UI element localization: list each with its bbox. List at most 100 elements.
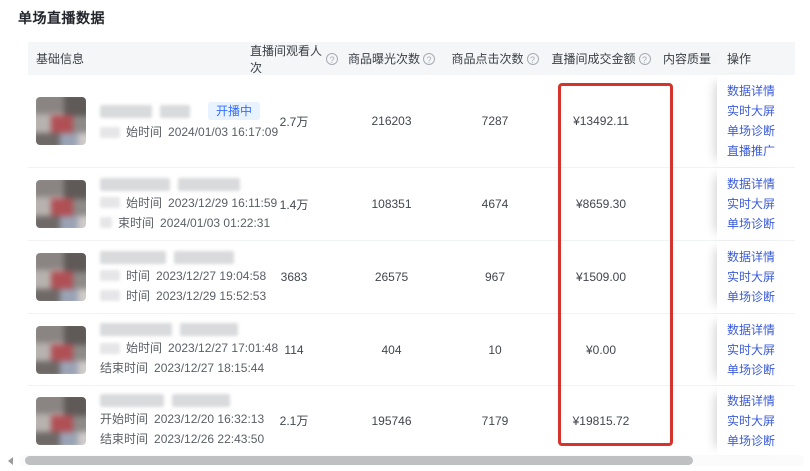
exposure-value: 26575 <box>338 241 445 313</box>
clicks-value: 7287 <box>445 75 545 167</box>
col-label: 基础信息 <box>36 50 84 67</box>
exposure-value: 108351 <box>338 168 445 240</box>
action-live-promotion[interactable]: 直播推广 <box>727 144 795 158</box>
info-icon[interactable]: ? <box>639 53 651 65</box>
gmv-value: ¥1509.00 <box>545 241 657 313</box>
time-label: 结束时间 <box>100 431 148 447</box>
time-value: 2023/12/27 18:15:44 <box>154 360 264 376</box>
horizontal-scrollbar <box>4 454 804 467</box>
quality-cell <box>657 241 717 313</box>
actions-cell: 数据详情 实时大屏 单场诊断 <box>717 314 795 385</box>
col-views: 直播间观看人次 ? <box>250 42 338 76</box>
session-thumbnail <box>36 97 86 145</box>
actions-cell: 数据详情 实时大屏 单场诊断 直播推广 <box>717 75 795 167</box>
action-data-detail[interactable]: 数据详情 <box>727 323 795 337</box>
action-realtime-screen[interactable]: 实时大屏 <box>727 197 795 211</box>
action-data-detail[interactable]: 数据详情 <box>727 177 795 191</box>
time-value: 2023/12/26 22:43:50 <box>154 431 264 447</box>
actions-cell: 数据详情 实时大屏 单场诊断 <box>717 241 795 313</box>
table-row: 时间 2023/12/27 19:04:58 时间 2023/12/29 15:… <box>28 241 795 314</box>
scroll-left-arrow-icon[interactable] <box>4 455 16 467</box>
blur-chip <box>100 217 112 228</box>
clicks-value: 4674 <box>445 168 545 240</box>
col-exposure: 商品曝光次数 ? <box>338 50 445 67</box>
action-session-diagnosis[interactable]: 单场诊断 <box>727 290 795 304</box>
col-label: 内容质量 <box>663 50 711 67</box>
info-icon[interactable]: ? <box>527 53 539 65</box>
views-value: 3683 <box>250 241 338 313</box>
live-session-table: 基础信息 直播间观看人次 ? 商品曝光次数 ? 商品点击次数 ? 直播间成交金额… <box>28 42 795 456</box>
session-thumbnail <box>36 253 86 301</box>
time-label: 时间 <box>126 268 150 284</box>
clicks-value: 7179 <box>445 386 545 455</box>
blur-chip <box>100 270 120 281</box>
exposure-value: 216203 <box>338 75 445 167</box>
col-label: 商品曝光次数 <box>348 50 420 67</box>
action-session-diagnosis[interactable]: 单场诊断 <box>727 363 795 377</box>
table-row: 始时间 2023/12/27 17:01:48 结束时间 2023/12/27 … <box>28 314 795 386</box>
action-realtime-screen[interactable]: 实时大屏 <box>727 414 795 428</box>
session-thumbnail <box>36 180 86 228</box>
actions-cell: 数据详情 实时大屏 单场诊断 <box>717 168 795 240</box>
session-basic-info: 始时间 2023/12/29 16:11:59 束时间 2024/01/03 0… <box>28 168 250 240</box>
action-session-diagnosis[interactable]: 单场诊断 <box>727 434 795 448</box>
action-realtime-screen[interactable]: 实时大屏 <box>727 104 795 118</box>
scrollbar-track[interactable] <box>19 455 804 466</box>
col-label: 商品点击次数 <box>451 50 523 67</box>
quality-cell <box>657 75 717 167</box>
views-value: 2.7万 <box>250 75 338 167</box>
time-label: 束时间 <box>118 215 154 231</box>
blur-chip <box>100 290 120 301</box>
quality-cell <box>657 314 717 385</box>
table-row: 开始时间 2023/12/20 16:32:13 结束时间 2023/12/26… <box>28 386 795 456</box>
blurred-title <box>100 251 266 264</box>
time-label: 始时间 <box>126 195 162 211</box>
session-basic-info: 开始时间 2023/12/20 16:32:13 结束时间 2023/12/26… <box>28 386 250 455</box>
session-thumbnail <box>36 326 86 374</box>
info-icon[interactable]: ? <box>423 53 435 65</box>
col-basic-info: 基础信息 <box>28 50 250 67</box>
session-basic-info: 时间 2023/12/27 19:04:58 时间 2023/12/29 15:… <box>28 241 250 313</box>
gmv-value: ¥8659.30 <box>545 168 657 240</box>
exposure-value: 404 <box>338 314 445 385</box>
quality-cell <box>657 386 717 455</box>
action-session-diagnosis[interactable]: 单场诊断 <box>727 124 795 138</box>
time-label: 始时间 <box>126 124 162 140</box>
col-label: 操作 <box>727 50 795 67</box>
exposure-value: 195746 <box>338 386 445 455</box>
action-data-detail[interactable]: 数据详情 <box>727 394 795 408</box>
start-time: 开始时间 2023/12/20 16:32:13 <box>100 411 264 427</box>
gmv-value: ¥13492.11 <box>545 75 657 167</box>
table-row: 开播中 始时间 2024/01/03 16:17:09 2.7万 216203 … <box>28 75 795 168</box>
end-time: 时间 2023/12/29 15:52:53 <box>100 288 266 304</box>
col-clicks: 商品点击次数 ? <box>445 50 545 67</box>
quality-cell <box>657 168 717 240</box>
time-label: 时间 <box>126 288 150 304</box>
col-label: 直播间观看人次 <box>250 42 323 76</box>
gmv-value: ¥19815.72 <box>545 386 657 455</box>
session-basic-info: 始时间 2023/12/27 17:01:48 结束时间 2023/12/27 … <box>28 314 250 385</box>
col-gmv: 直播间成交金额 ? <box>545 50 657 67</box>
blur-chip <box>100 197 120 208</box>
blur-chip <box>100 127 120 138</box>
time-label: 结束时间 <box>100 360 148 376</box>
scrollbar-thumb[interactable] <box>25 456 693 465</box>
action-data-detail[interactable]: 数据详情 <box>727 250 795 264</box>
table-header: 基础信息 直播间观看人次 ? 商品曝光次数 ? 商品点击次数 ? 直播间成交金额… <box>28 42 795 75</box>
time-value: 2023/12/20 16:32:13 <box>154 411 264 427</box>
time-label: 始时间 <box>126 340 162 356</box>
info-icon[interactable]: ? <box>326 53 338 65</box>
gmv-value: ¥0.00 <box>545 314 657 385</box>
clicks-value: 10 <box>445 314 545 385</box>
table-row: 始时间 2023/12/29 16:11:59 束时间 2024/01/03 0… <box>28 168 795 241</box>
action-session-diagnosis[interactable]: 单场诊断 <box>727 217 795 231</box>
clicks-value: 967 <box>445 241 545 313</box>
action-realtime-screen[interactable]: 实时大屏 <box>727 343 795 357</box>
col-quality: 内容质量 <box>657 50 717 67</box>
action-realtime-screen[interactable]: 实时大屏 <box>727 270 795 284</box>
blurred-title <box>100 394 264 407</box>
end-time: 结束时间 2023/12/26 22:43:50 <box>100 431 264 447</box>
start-time: 时间 2023/12/27 19:04:58 <box>100 268 266 284</box>
page-title: 单场直播数据 <box>18 8 105 28</box>
action-data-detail[interactable]: 数据详情 <box>727 84 795 98</box>
